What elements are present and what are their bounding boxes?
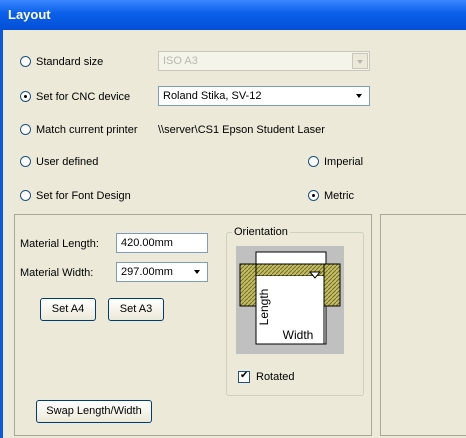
window-title: Layout	[8, 7, 51, 22]
chevron-down-icon	[352, 53, 368, 69]
material-width-value: 297.00mm	[121, 266, 173, 278]
material-width-combo[interactable]: 297.00mm	[116, 262, 208, 282]
metric-label: Metric	[324, 190, 354, 202]
user-defined-label: User defined	[36, 156, 99, 168]
set-a3-button[interactable]: Set A3	[108, 298, 164, 321]
standard-size-label: Standard size	[36, 56, 104, 68]
material-length-input[interactable]: 420.00mm	[116, 233, 208, 253]
window-frame-left	[0, 30, 3, 438]
title-bar: Layout	[0, 0, 466, 30]
cnc-device-radio[interactable]	[20, 91, 31, 102]
length-text: Length	[257, 288, 271, 326]
rotated-label: Rotated	[256, 371, 295, 383]
standard-size-combo[interactable]: ISO A3	[158, 51, 370, 71]
font-design-radio[interactable]	[20, 190, 31, 201]
material-length-value: 420.00mm	[121, 237, 173, 249]
chevron-down-icon	[352, 88, 368, 104]
match-printer-label: Match current printer	[36, 124, 138, 136]
match-printer-radio[interactable]	[20, 124, 31, 135]
length-text-holder: Length	[256, 288, 271, 328]
standard-size-radio[interactable]	[20, 56, 31, 67]
imperial-radio[interactable]	[308, 156, 319, 167]
cnc-device-label: Set for CNC device	[36, 91, 131, 103]
orientation-group-label: Orientation	[232, 226, 290, 238]
material-length-label: Material Length:	[20, 238, 99, 250]
material-width-label: Material Width:	[20, 267, 94, 279]
printer-name: \\server\CS1 Epson Student Laser	[158, 124, 325, 136]
width-text: Width	[282, 328, 314, 342]
user-defined-radio[interactable]	[20, 156, 31, 167]
imperial-label: Imperial	[324, 156, 364, 168]
rotated-checkbox[interactable]	[238, 370, 250, 383]
orientation-preview: Length Width	[236, 246, 344, 354]
cnc-device-value: Roland Stika, SV-12	[163, 90, 262, 102]
chevron-down-icon	[190, 264, 206, 280]
metric-radio[interactable]	[308, 190, 319, 201]
set-a4-button[interactable]: Set A4	[40, 298, 96, 321]
standard-size-value: ISO A3	[163, 55, 198, 67]
swap-length-width-button[interactable]: Swap Length/Width	[36, 400, 152, 423]
preview-panel	[380, 214, 466, 436]
cnc-device-combo[interactable]: Roland Stika, SV-12	[158, 86, 370, 106]
font-design-label: Set for Font Design	[36, 190, 131, 202]
